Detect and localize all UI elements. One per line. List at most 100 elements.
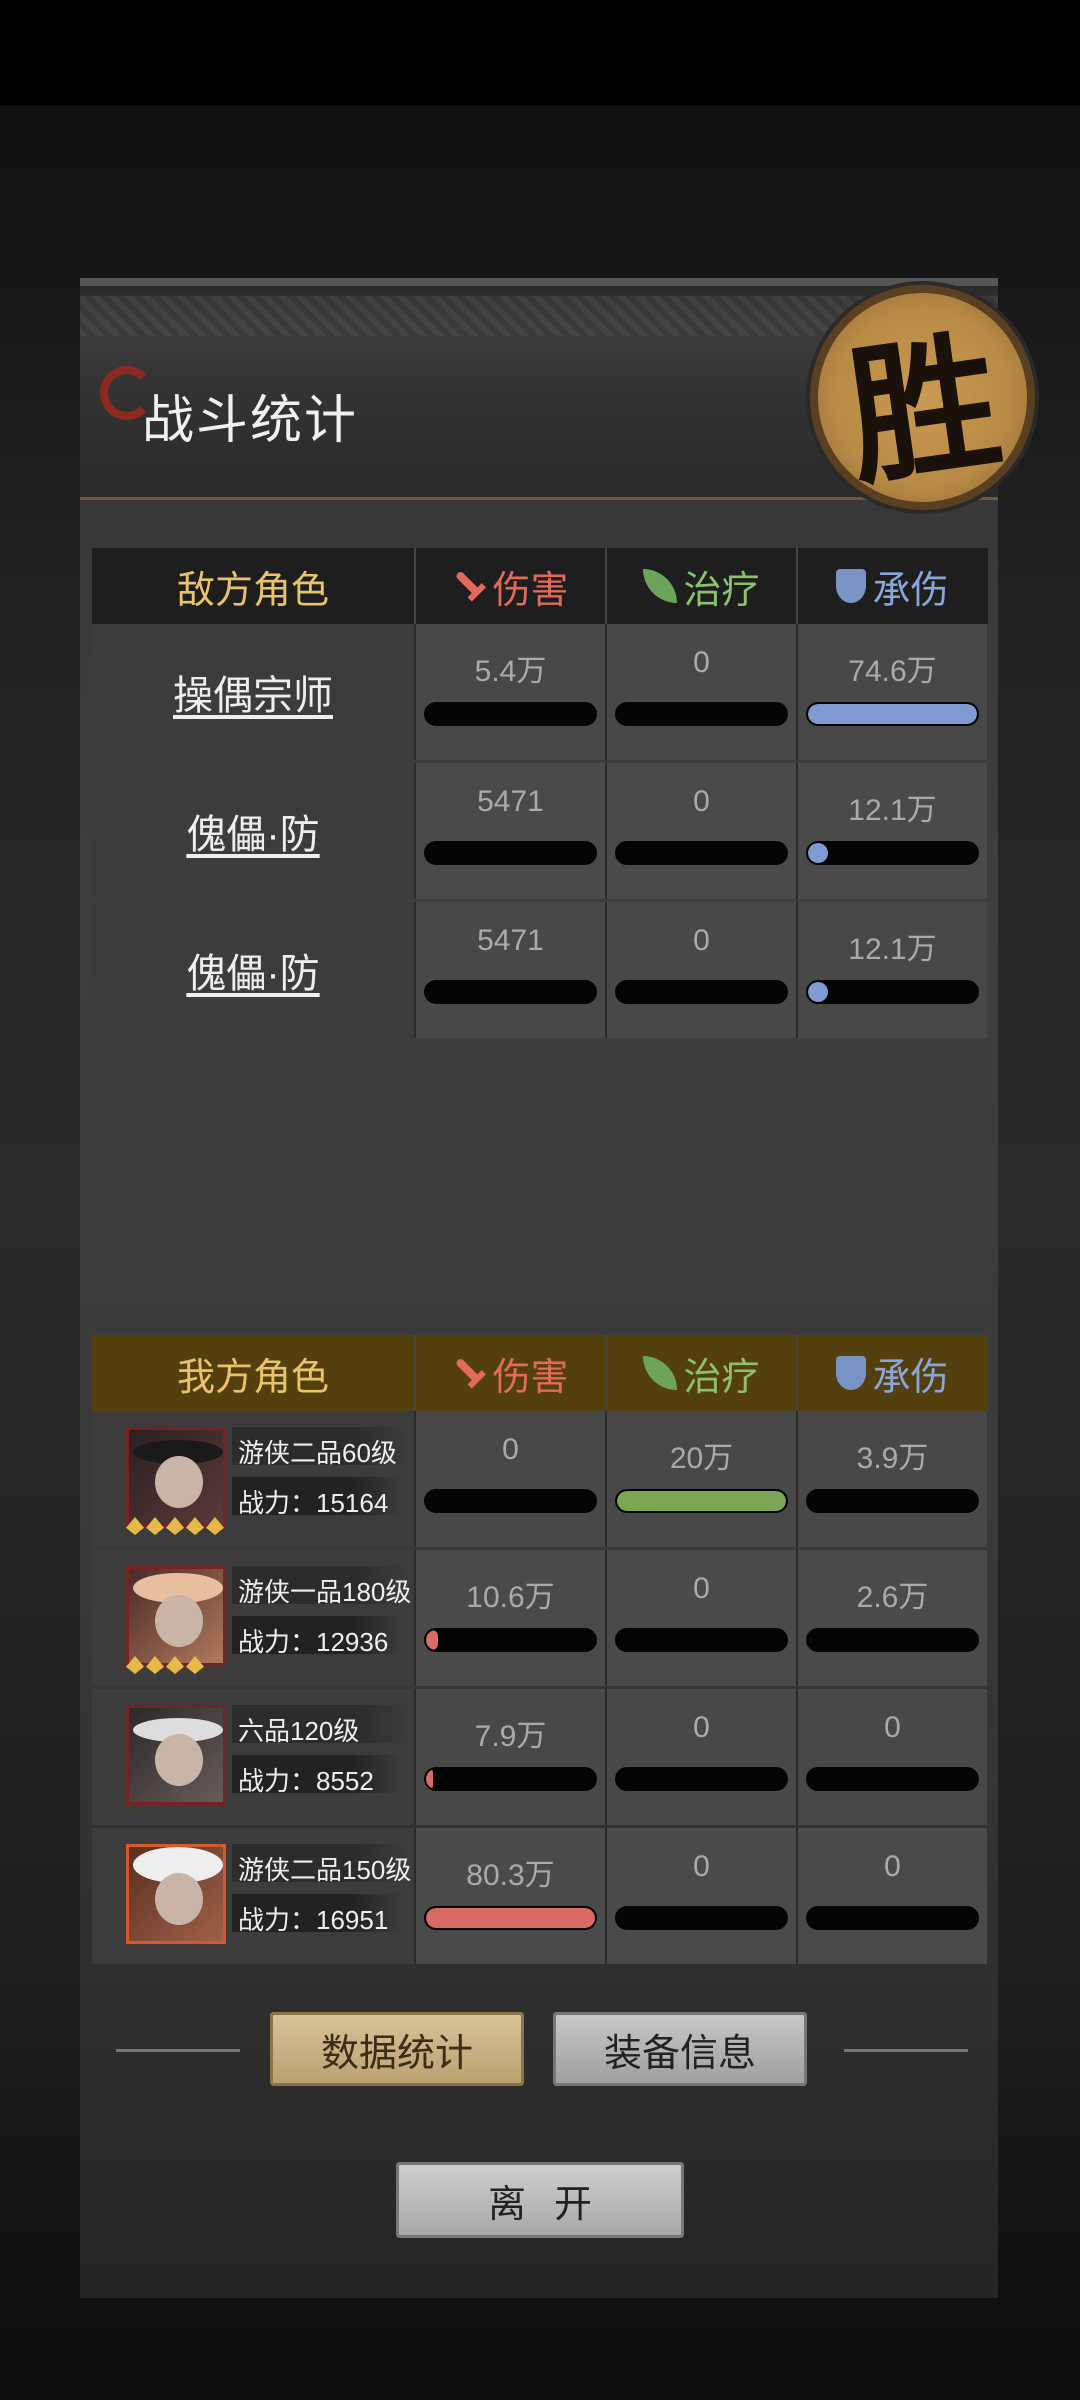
heal-bar <box>615 702 788 726</box>
star-icon <box>146 1656 164 1674</box>
damage-cell: 0 <box>414 1411 605 1547</box>
star-rating <box>126 1517 224 1535</box>
enemy-name[interactable]: 操偶宗师 <box>173 663 333 721</box>
heal-bar <box>615 1906 788 1930</box>
taken-cell: 3.9万 <box>796 1411 987 1547</box>
taken-value: 74.6万 <box>848 655 937 688</box>
character-power: 战力：15164 <box>238 1488 389 1518</box>
star-icon <box>126 1656 144 1674</box>
ally-header: 我方角色 伤害 治疗 承伤 <box>92 1335 988 1411</box>
taken-cell: 2.6万 <box>796 1550 987 1686</box>
taken-value: 12.1万 <box>848 794 937 827</box>
character-title: 游侠一品180级 <box>238 1577 412 1607</box>
heal-cell: 0 <box>605 1828 796 1964</box>
data-stats-button[interactable]: 数据统计 <box>270 2012 524 2086</box>
heal-column-header: 治疗 <box>605 1335 796 1411</box>
star-icon <box>186 1517 204 1535</box>
ally-row: 游侠一品180级 战力：12936 10.6万 0 2.6万 <box>92 1550 988 1686</box>
damage-cell: 5471 <box>414 902 605 1038</box>
taken-cell: 0 <box>796 1828 987 1964</box>
taken-value: 0 <box>884 1850 901 1883</box>
taken-bar <box>806 1767 979 1791</box>
enemy-name-cell[interactable]: 操偶宗师 <box>92 624 414 760</box>
heal-cell: 20万 <box>605 1411 796 1547</box>
taken-bar <box>806 1628 979 1652</box>
taken-cell: 0 <box>796 1689 987 1825</box>
heal-column-header: 治疗 <box>605 548 796 624</box>
heal-bar <box>615 841 788 865</box>
ally-char-cell[interactable]: 六品120级 战力：8552 <box>92 1689 414 1825</box>
star-icon <box>166 1517 184 1535</box>
damage-bar-fill <box>426 1908 595 1928</box>
heal-column-label: 治疗 <box>683 569 760 612</box>
face-shape <box>155 1734 203 1786</box>
taken-column-header: 承伤 <box>796 1335 987 1411</box>
heal-bar <box>615 1628 788 1652</box>
shield-icon <box>836 1356 867 1390</box>
damage-cell: 80.3万 <box>414 1828 605 1964</box>
ally-char-cell[interactable]: 游侠一品180级 战力：12936 <box>92 1550 414 1686</box>
character-avatar[interactable] <box>126 1844 226 1944</box>
damage-column-label: 伤害 <box>492 1356 569 1399</box>
enemy-header-label: 敌方角色 <box>176 569 329 612</box>
heal-value: 20万 <box>669 1442 734 1475</box>
ally-row: 游侠二品60级 战力：15164 0 20万 3.9万 <box>92 1411 988 1547</box>
character-avatar[interactable] <box>126 1566 226 1666</box>
ally-char-cell[interactable]: 游侠二品60级 战力：15164 <box>92 1411 414 1547</box>
sword-icon <box>445 1349 493 1397</box>
star-icon <box>166 1656 184 1674</box>
character-power: 战力：12936 <box>238 1627 389 1657</box>
heal-value: 0 <box>693 785 710 818</box>
star-icon <box>146 1517 164 1535</box>
heal-value: 0 <box>693 1711 710 1744</box>
heal-value: 0 <box>693 924 710 957</box>
sword-icon <box>445 562 493 610</box>
damage-value: 0 <box>502 1433 519 1466</box>
taken-bar-fill <box>808 843 829 863</box>
damage-value: 5.4万 <box>474 655 547 688</box>
shield-icon <box>836 569 867 603</box>
taken-cell: 12.1万 <box>796 763 987 899</box>
damage-cell: 5471 <box>414 763 605 899</box>
character-avatar[interactable] <box>126 1427 226 1527</box>
damage-cell: 7.9万 <box>414 1689 605 1825</box>
taken-bar <box>806 980 979 1004</box>
enemy-name-cell[interactable]: 傀儡·防 <box>92 763 414 899</box>
enemy-name-cell[interactable]: 傀儡·防 <box>92 902 414 1038</box>
damage-bar <box>424 1489 597 1513</box>
enemy-header: 敌方角色 伤害 治疗 承伤 <box>92 548 988 624</box>
enemy-name[interactable]: 傀儡·防 <box>186 941 319 999</box>
face-shape <box>155 1873 203 1925</box>
damage-column-label: 伤害 <box>492 569 569 612</box>
character-avatar[interactable] <box>126 1705 226 1805</box>
leave-button[interactable]: 离开 <box>396 2162 684 2238</box>
enemy-row: 傀儡·防 5471 0 12.1万 <box>92 763 988 899</box>
leaf-icon <box>643 1356 678 1390</box>
character-power: 战力：16951 <box>238 1905 389 1935</box>
heal-cell: 0 <box>605 763 796 899</box>
damage-cell: 5.4万 <box>414 624 605 760</box>
character-title: 游侠二品150级 <box>238 1855 412 1885</box>
taken-bar <box>806 1906 979 1930</box>
taken-cell: 12.1万 <box>796 902 987 1038</box>
damage-bar-fill <box>426 1769 433 1789</box>
ally-row: 六品120级 战力：8552 7.9万 0 0 <box>92 1689 988 1825</box>
victory-seal: 胜 <box>810 285 1035 510</box>
damage-bar <box>424 702 597 726</box>
equipment-info-button[interactable]: 装备信息 <box>553 2012 807 2086</box>
heal-value: 0 <box>693 1572 710 1605</box>
ally-header-label: 我方角色 <box>176 1356 329 1399</box>
face-shape <box>155 1456 203 1508</box>
ally-char-cell[interactable]: 游侠二品150级 战力：16951 <box>92 1828 414 1964</box>
enemy-row: 操偶宗师 5.4万 0 74.6万 <box>92 624 988 760</box>
star-icon <box>126 1517 144 1535</box>
enemy-name[interactable]: 傀儡·防 <box>186 802 319 860</box>
damage-bar <box>424 1628 597 1652</box>
taken-cell: 74.6万 <box>796 624 987 760</box>
heal-bar <box>615 1489 788 1513</box>
damage-bar <box>424 1906 597 1930</box>
damage-value: 5471 <box>477 924 544 957</box>
taken-bar <box>806 702 979 726</box>
character-title: 游侠二品60级 <box>238 1438 397 1468</box>
heal-bar <box>615 980 788 1004</box>
